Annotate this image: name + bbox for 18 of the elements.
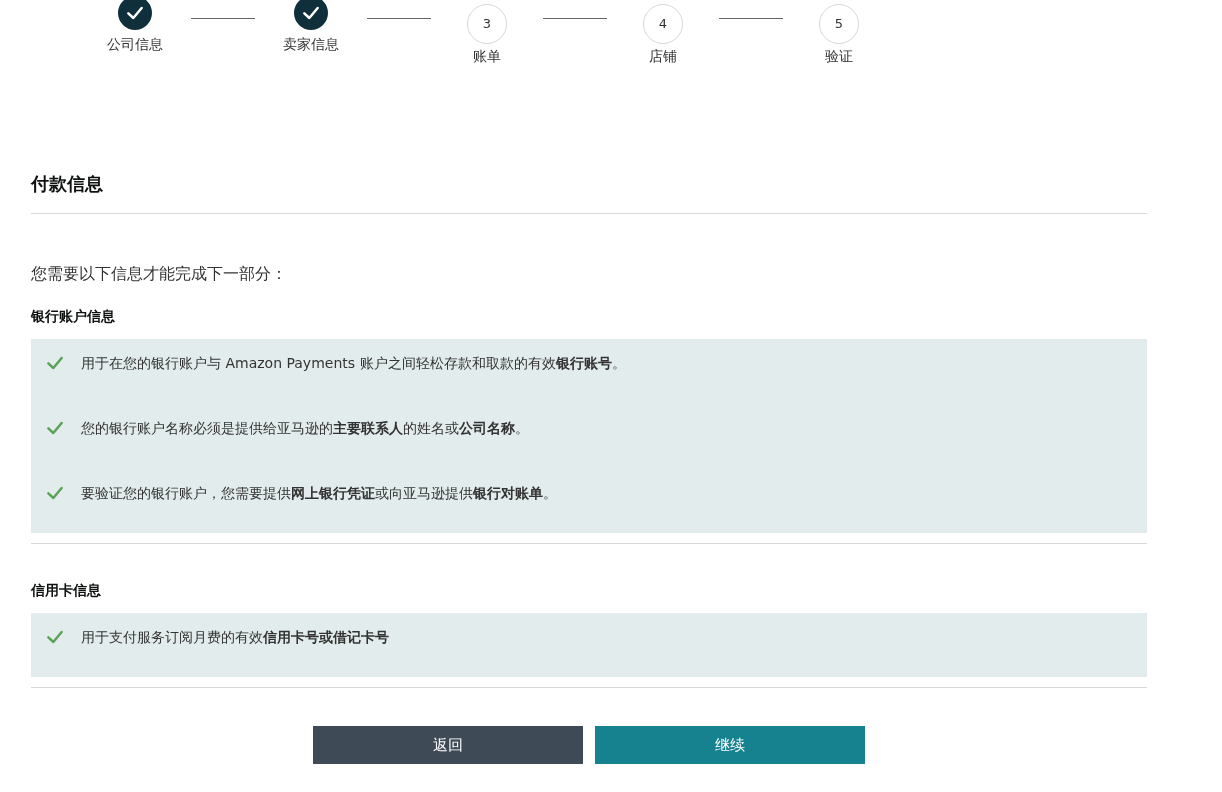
step-number: 5 bbox=[819, 4, 859, 44]
requirement-text: 您的银行账户名称必须是提供给亚马逊的主要联系人的姓名或公司名称。 bbox=[81, 418, 529, 438]
section-heading: 信用卡信息 bbox=[31, 581, 102, 600]
requirement-text: 要验证您的银行账户，您需要提供网上银行凭证或向亚马逊提供银行对账单。 bbox=[81, 483, 557, 503]
step-label: 账单 bbox=[473, 47, 501, 66]
step-number: 3 bbox=[467, 4, 507, 44]
intro-text: 您需要以下信息才能完成下一部分： bbox=[31, 263, 288, 285]
continue-button[interactable]: 继续 bbox=[595, 726, 865, 764]
page-title: 付款信息 bbox=[31, 172, 104, 196]
requirement-text: 用于在您的银行账户与 Amazon Payments 账户之间轻松存款和取款的有效银行账号。 bbox=[81, 353, 626, 373]
step-label: 验证 bbox=[825, 47, 853, 66]
step-label: 店铺 bbox=[649, 47, 677, 66]
section-heading: 银行账户信息 bbox=[31, 307, 116, 326]
step-label: 卖家信息 bbox=[283, 35, 339, 54]
requirement-text: 用于支付服务订阅月费的有效信用卡号或借记卡号 bbox=[81, 627, 389, 647]
step-number: 4 bbox=[643, 4, 683, 44]
back-button[interactable]: 返回 bbox=[313, 726, 583, 764]
step-label: 公司信息 bbox=[107, 35, 163, 54]
